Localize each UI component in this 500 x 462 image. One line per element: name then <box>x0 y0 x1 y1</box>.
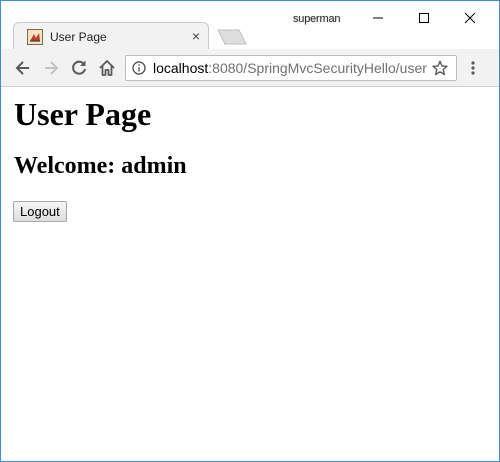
tab-user-page[interactable]: User Page × <box>13 22 209 50</box>
home-icon[interactable] <box>97 58 117 78</box>
url-text[interactable]: localhost:8080/SpringMvcSecurityHello/us… <box>153 60 427 76</box>
welcome-message: Welcome: admin <box>14 153 187 179</box>
page-title: User Page <box>14 96 152 132</box>
star-icon[interactable] <box>432 60 448 76</box>
address-bar[interactable]: localhost:8080/SpringMvcSecurityHello/us… <box>125 55 457 81</box>
url-path: :8080/SpringMvcSecurityHello/user <box>208 60 427 76</box>
browser-toolbar: localhost:8080/SpringMvcSecurityHello/us… <box>1 49 499 87</box>
info-icon[interactable] <box>132 61 146 75</box>
url-host: localhost <box>153 60 209 76</box>
profile-name[interactable]: superman <box>293 13 341 25</box>
logout-button[interactable]: Logout <box>13 201 67 222</box>
new-tab-icon[interactable] <box>217 29 247 45</box>
title-bar: User Page × superman <box>1 1 499 50</box>
reload-icon[interactable] <box>69 58 89 78</box>
favicon-icon <box>27 29 43 45</box>
page-content: User Page Welcome: admin Logout <box>1 87 499 461</box>
tab-title: User Page <box>50 30 107 44</box>
maximize-icon[interactable] <box>401 1 447 33</box>
arrow-left-icon[interactable] <box>13 58 33 78</box>
window-close-icon[interactable] <box>447 1 493 33</box>
arrow-right-icon[interactable] <box>41 58 61 78</box>
minimize-icon[interactable] <box>355 1 401 33</box>
tab-close-icon[interactable]: × <box>188 28 204 44</box>
kebab-menu-icon[interactable] <box>469 60 477 76</box>
browser-window: User Page × superman localhost:8080/Spri… <box>0 0 500 462</box>
